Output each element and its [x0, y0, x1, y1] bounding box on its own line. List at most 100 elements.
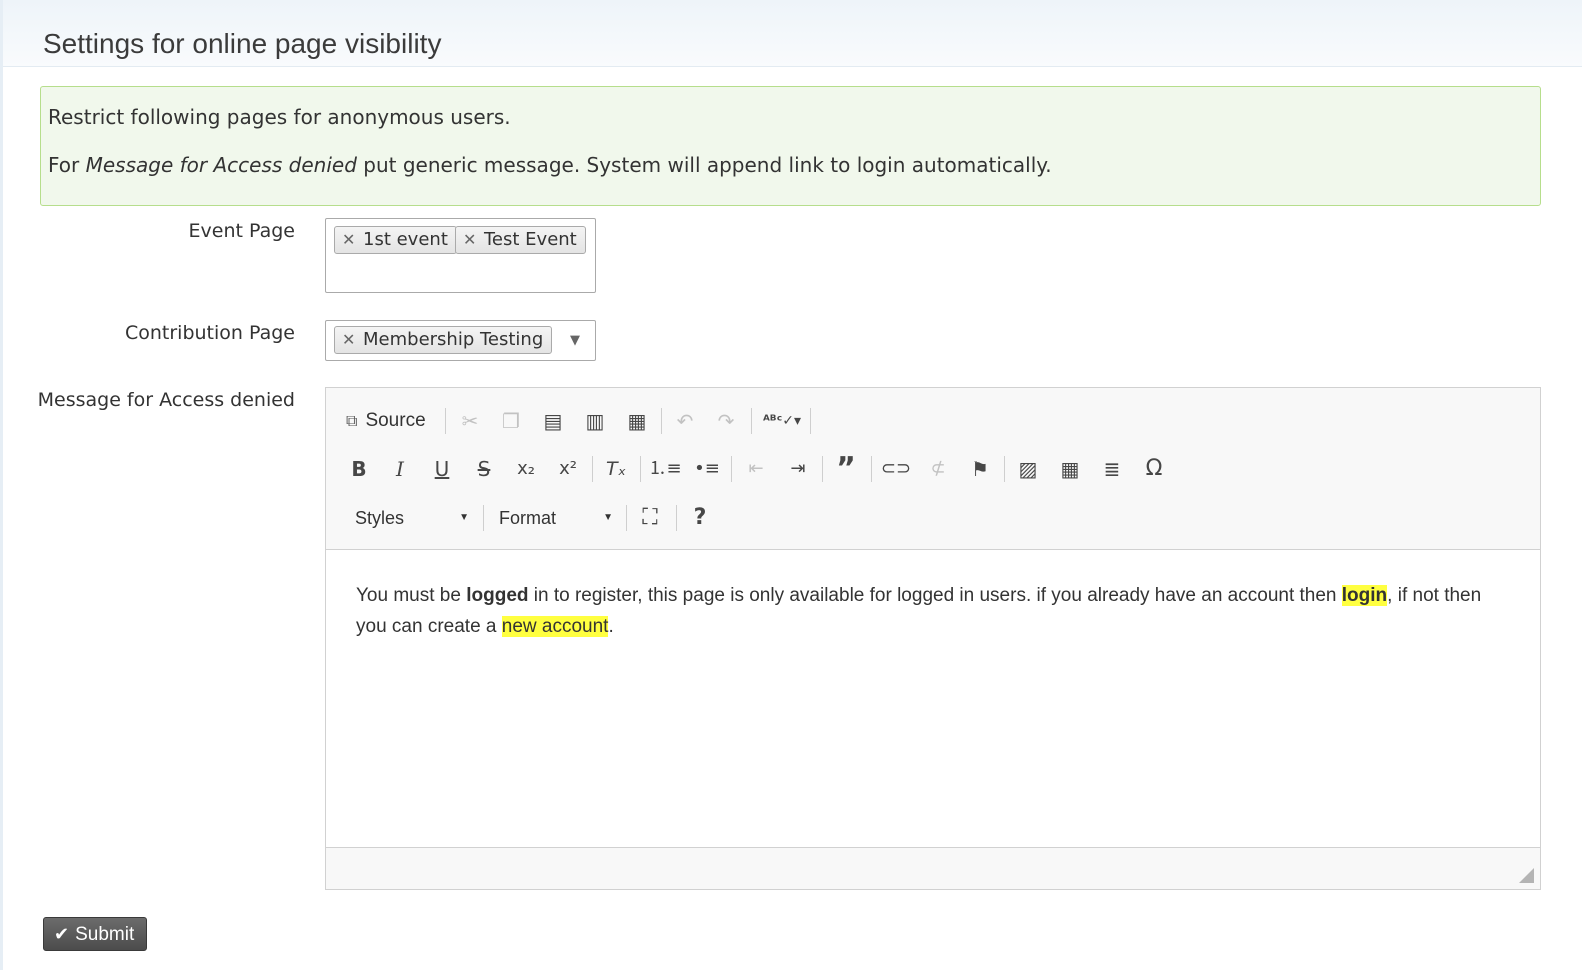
image-icon: ▨ [1018, 457, 1038, 481]
spellcheck-icon: ᴬᴮᶜ✓▾ [762, 413, 802, 429]
anchor-icon: ⚑ [971, 457, 989, 481]
bold-icon: B [351, 457, 367, 481]
format-combo[interactable]: Format ▼ [499, 501, 613, 535]
toolbar-separator [731, 456, 732, 482]
login-link[interactable]: login [1341, 585, 1388, 606]
italic-icon: I [396, 457, 404, 481]
submit-button[interactable]: ✔ Submit [43, 917, 148, 951]
indent-icon: ⇥ [790, 458, 806, 479]
paste-word-button[interactable]: ▦ [620, 404, 654, 438]
styles-combo-label: Styles [355, 508, 405, 528]
paste-button[interactable]: ▤ [536, 404, 570, 438]
event-page-label: Event Page [188, 220, 295, 242]
cut-button[interactable]: ✂ [453, 404, 487, 438]
content-text: in to register, this page is only availa… [528, 585, 1342, 606]
maximize-button[interactable]: ⛶ [633, 501, 667, 535]
contribution-tag-1-label: Membership Testing [363, 329, 544, 350]
blockquote-button[interactable]: ” [829, 452, 863, 486]
event-tag-1[interactable]: ✕ 1st event [334, 226, 457, 254]
contribution-page-select[interactable]: ✕ Membership Testing ▼ [325, 320, 596, 361]
toolbar-separator [1004, 456, 1005, 482]
spellcheck-button[interactable]: ᴬᴮᶜ✓▾ [758, 404, 806, 438]
page-header: Settings for online page visibility [3, 0, 1582, 67]
toolbar-separator [640, 456, 641, 482]
remove-format-button[interactable]: Tₓ [599, 452, 633, 486]
link-button[interactable]: ⊂⊃ [879, 452, 913, 486]
rich-text-editor[interactable]: ⧉ Source ✂ ❐ ▤ ▥ ▦ ↶ ↷ ᴬᴮᶜ✓▾ B I U S x₂ x… [325, 387, 1541, 890]
indent-button[interactable]: ⇥ [781, 452, 815, 486]
chevron-down-icon: ▼ [459, 512, 469, 523]
event-page-select[interactable]: ✕ 1st event ✕ Test Event [325, 218, 596, 293]
toolbar-separator [871, 456, 872, 482]
help-message: Restrict following pages for anonymous u… [40, 86, 1541, 206]
styles-combo[interactable]: Styles ▼ [355, 501, 469, 535]
horizontal-line-button[interactable]: ≣ [1095, 452, 1129, 486]
page-title: Settings for online page visibility [43, 28, 442, 59]
paste-text-button[interactable]: ▥ [578, 404, 612, 438]
source-icon: ⧉ [346, 413, 358, 430]
content-text: You must be [356, 585, 467, 606]
toolbar-separator [445, 408, 446, 434]
special-char-icon: Ω [1145, 456, 1163, 481]
subscript-button[interactable]: x₂ [509, 452, 543, 486]
event-tag-2[interactable]: ✕ Test Event [455, 226, 586, 254]
toolbar-separator [676, 505, 677, 531]
cut-icon: ✂ [461, 409, 479, 433]
remove-tag-icon[interactable]: ✕ [342, 327, 355, 353]
table-button[interactable]: ▦ [1053, 452, 1087, 486]
help-line-2: For Message for Access denied put generi… [48, 153, 1052, 177]
content-bold: logged [466, 585, 529, 606]
remove-tag-icon[interactable]: ✕ [463, 227, 476, 253]
new-account-link[interactable]: new account [501, 616, 609, 637]
undo-icon: ↶ [676, 409, 694, 433]
underline-icon: U [434, 457, 450, 481]
unlink-icon: ⊄ [930, 458, 946, 479]
copy-icon: ❐ [502, 409, 520, 433]
superscript-button[interactable]: x² [551, 452, 585, 486]
paste-word-icon: ▦ [627, 409, 647, 433]
contribution-page-label: Contribution Page [124, 322, 295, 344]
toolbar-separator [483, 505, 484, 531]
redo-icon: ↷ [717, 409, 735, 433]
special-char-button[interactable]: Ω [1137, 452, 1171, 486]
numbered-list-button[interactable]: ⒈≡ [648, 452, 682, 486]
check-icon: ✔ [54, 924, 70, 944]
help-button[interactable]: ? [683, 501, 717, 535]
source-button[interactable]: ⧉ Source [346, 404, 426, 438]
remove-format-icon: Tₓ [605, 458, 627, 480]
event-tag-1-label: 1st event [363, 229, 448, 250]
redo-button[interactable]: ↷ [709, 404, 743, 438]
image-button[interactable]: ▨ [1011, 452, 1045, 486]
outdent-button[interactable]: ⇤ [739, 452, 773, 486]
paste-icon: ▤ [543, 409, 563, 433]
contribution-tag-1[interactable]: ✕ Membership Testing [334, 326, 553, 354]
bulleted-list-button[interactable]: •≡ [690, 452, 724, 486]
bold-button[interactable]: B [342, 452, 376, 486]
remove-tag-icon[interactable]: ✕ [342, 227, 355, 253]
anchor-button[interactable]: ⚑ [963, 452, 997, 486]
link-icon: ⊂⊃ [880, 458, 912, 479]
subscript-icon: x₂ [517, 458, 535, 479]
numbered-list-icon: ⒈≡ [648, 458, 682, 479]
italic-button[interactable]: I [383, 452, 417, 486]
editor-status-bar [326, 847, 1540, 889]
undo-button[interactable]: ↶ [668, 404, 702, 438]
content-text: . [608, 616, 614, 637]
format-combo-label: Format [499, 508, 557, 528]
toolbar-separator [626, 505, 627, 531]
dropdown-arrow-icon[interactable]: ▼ [570, 333, 580, 348]
help-line-1: Restrict following pages for anonymous u… [48, 105, 511, 129]
help-icon: ? [693, 505, 707, 530]
strike-button[interactable]: S [467, 452, 501, 486]
outdent-icon: ⇤ [748, 458, 764, 479]
copy-button[interactable]: ❐ [494, 404, 528, 438]
help-line-2-emphasis: Message for Access denied [85, 153, 357, 177]
editor-content[interactable]: You must be logged in to register, this … [356, 580, 1516, 642]
chevron-down-icon: ▼ [603, 512, 613, 523]
unlink-button[interactable]: ⊄ [921, 452, 955, 486]
event-tag-2-label: Test Event [484, 229, 577, 250]
underline-button[interactable]: U [425, 452, 459, 486]
maximize-icon: ⛶ [642, 505, 658, 530]
editor-toolbar: ⧉ Source ✂ ❐ ▤ ▥ ▦ ↶ ↷ ᴬᴮᶜ✓▾ B I U S x₂ x… [326, 388, 1540, 550]
resize-grip-icon[interactable] [1519, 868, 1534, 883]
